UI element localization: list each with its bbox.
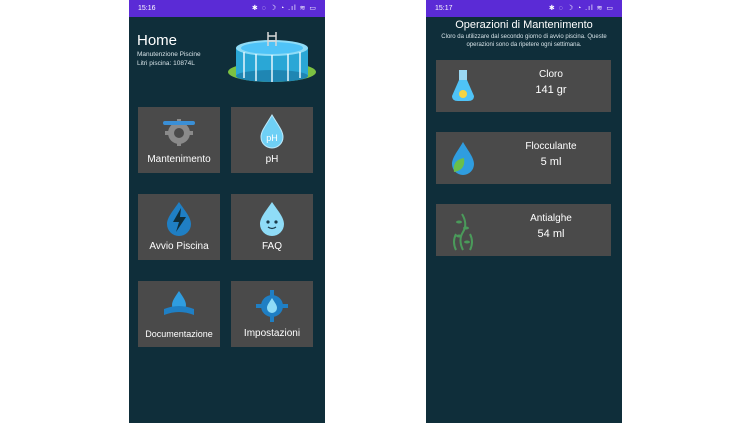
tile-documentazione[interactable]: Documentazione: [138, 281, 220, 347]
tile-avvio-piscina[interactable]: Avvio Piscina: [138, 194, 220, 260]
status-icons: ✱ ◌ ☽ ◔ .ıl ≋ ▭: [548, 5, 614, 12]
status-time: 15:17: [435, 5, 453, 12]
ph-drop-icon: pH: [260, 114, 284, 149]
maintenance-screen: 15:17 ✱ ◌ ☽ ◔ .ıl ≋ ▭ Operazioni di Mant…: [426, 0, 622, 423]
algae-icon: [453, 213, 473, 251]
tile-ph[interactable]: pH pH: [231, 107, 313, 173]
app-subtitle: Manutenzione Piscine: [137, 51, 201, 58]
gear-wrench-icon: [163, 119, 195, 146]
operation-quantity: 5 ml: [540, 156, 562, 168]
instructions-text: Cloro da utilizzare dal secondo giorno d…: [441, 34, 607, 48]
tile-label: Mantenimento: [147, 154, 211, 165]
operation-quantity: 54 ml: [537, 228, 565, 240]
pool-liters: Litri piscina: 10874L: [137, 60, 195, 67]
operation-name: Antialghe: [530, 213, 572, 224]
operation-name: Flocculante: [525, 141, 577, 152]
tile-faq[interactable]: FAQ: [231, 194, 313, 260]
page-title: Operazioni di Mantenimento: [455, 19, 593, 31]
operation-card-antialghe[interactable]: Antialghe 54 ml: [436, 204, 611, 256]
operation-card-flocculante[interactable]: Flocculante 5 ml: [436, 132, 611, 184]
operation-card-cloro[interactable]: Cloro 141 gr: [436, 60, 611, 112]
tile-mantenimento[interactable]: Mantenimento: [138, 107, 220, 173]
tile-label: FAQ: [261, 241, 282, 252]
drop-leaf-icon: [452, 142, 474, 175]
book-drop-icon: [164, 291, 194, 315]
home-screen: 15:16 ✱ ◌ ☽ ◔ .ıl ≋ ▭ Home Manutenzione …: [129, 0, 325, 423]
status-bar: 15:17 ✱ ◌ ☽ ◔ .ıl ≋ ▭: [426, 0, 622, 17]
pool-illustration: [228, 32, 316, 82]
tile-label: Documentazione: [145, 329, 213, 339]
settings-gear-drop-icon: [256, 290, 288, 322]
tile-label: Avvio Piscina: [149, 241, 209, 252]
tile-impostazioni[interactable]: Impostazioni: [231, 281, 313, 347]
smiling-drop-icon: [260, 202, 284, 236]
flask-icon: [452, 70, 474, 101]
tile-label: Impostazioni: [243, 328, 301, 339]
tile-label: pH: [265, 154, 279, 165]
status-bar: 15:16 ✱ ◌ ☽ ◔ .ıl ≋ ▭: [129, 0, 325, 17]
svg-text:pH: pH: [266, 133, 278, 143]
operation-name: Cloro: [539, 69, 563, 80]
page-title: Home: [137, 32, 178, 49]
lightning-drop-icon: [167, 202, 191, 236]
operation-quantity: 141 gr: [535, 84, 567, 96]
status-time: 15:16: [138, 5, 156, 12]
status-icons: ✱ ◌ ☽ ◔ .ıl ≋ ▭: [251, 5, 317, 12]
